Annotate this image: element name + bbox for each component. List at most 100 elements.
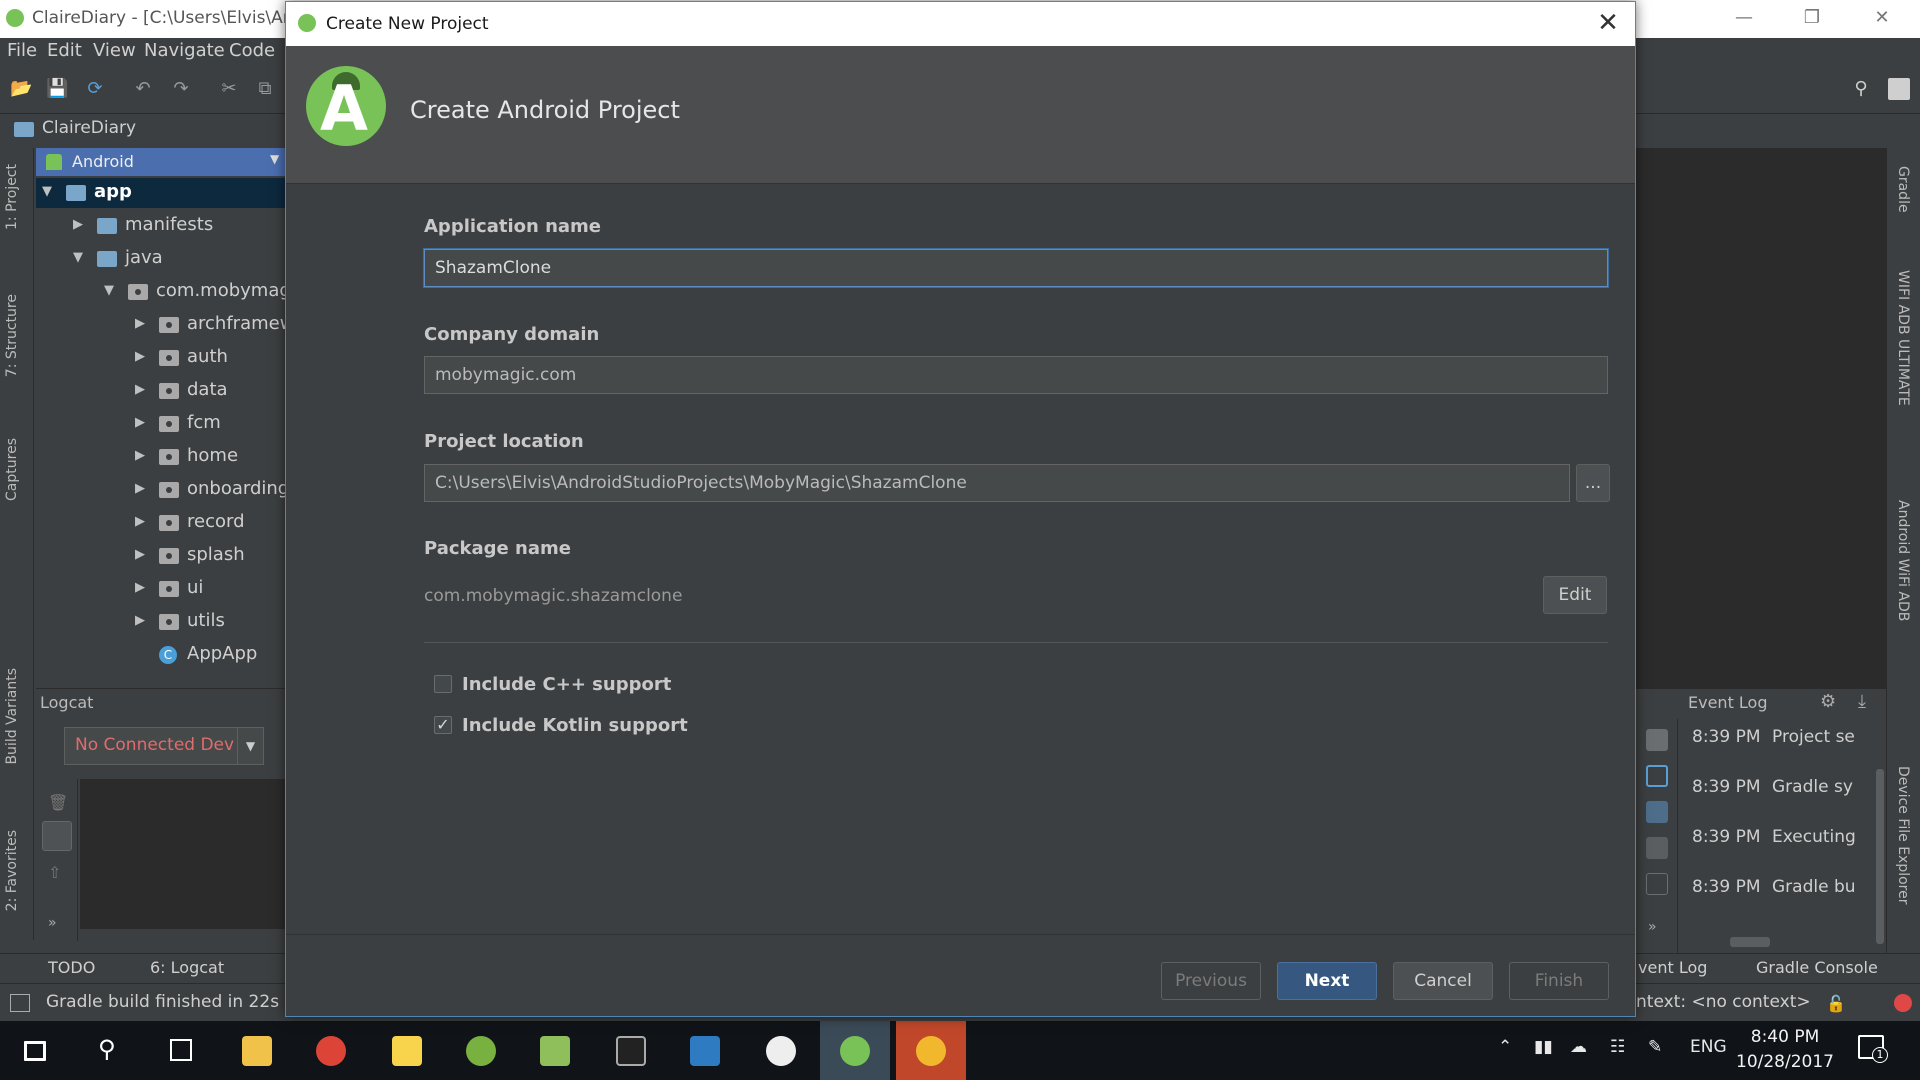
tab-favorites[interactable]: 2: Favorites (4, 830, 20, 911)
tree-item[interactable]: ▼ app (36, 178, 288, 208)
tree-item[interactable]: C AppApp (36, 640, 288, 670)
filter-icon[interactable] (1646, 801, 1668, 823)
sync-icon[interactable]: ⟳ (84, 78, 106, 100)
taskbar-app-active[interactable] (896, 1021, 966, 1080)
action-center-icon[interactable]: 1 (1858, 1035, 1888, 1063)
include-cpp-label[interactable]: Include C++ support (462, 674, 671, 695)
tab-gradle-console[interactable]: Gradle Console (1756, 958, 1878, 977)
search-button[interactable]: ⚲ (74, 1021, 144, 1080)
tree-item[interactable]: ▶ splash (36, 541, 288, 571)
tree-item[interactable]: ▶ home (36, 442, 288, 472)
tab-event-log[interactable]: vent Log (1638, 958, 1707, 977)
status-context[interactable]: ntext: <no context> (1636, 992, 1811, 1012)
menu-view[interactable]: View (93, 40, 136, 61)
taskbar-app[interactable] (446, 1021, 516, 1080)
tree-item[interactable]: ▶ ui (36, 574, 288, 604)
undo-icon[interactable]: ↶ (132, 78, 154, 100)
soft-wrap-icon[interactable] (1646, 837, 1668, 859)
gear-icon[interactable]: ⚙ (1820, 691, 1836, 712)
redo-icon[interactable]: ↷ (170, 78, 192, 100)
include-kotlin-checkbox[interactable]: ✓ (434, 716, 452, 734)
next-button[interactable]: Next (1277, 962, 1377, 1000)
soft-wrap-icon[interactable] (42, 821, 72, 851)
previous-button[interactable]: Previous (1161, 962, 1261, 1000)
tree-item[interactable]: ▶ utils (36, 607, 288, 637)
menu-navigate[interactable]: Navigate (144, 40, 225, 61)
company-domain-input[interactable] (424, 356, 1608, 394)
chat-bubble-icon[interactable] (1646, 765, 1668, 787)
tree-item[interactable]: ▶ auth (36, 343, 288, 373)
tree-item[interactable]: ▶ manifests (36, 211, 288, 241)
tree-item[interactable]: ▼ com.mobymagi (36, 277, 296, 307)
tab-wifi-adb-ultimate[interactable]: WIFI ADB ULTIMATE (1895, 270, 1911, 406)
collapse-arrow-icon[interactable]: ▼ (73, 250, 87, 265)
expand-icon[interactable]: » (48, 915, 57, 931)
device-selector[interactable]: No Connected Dev ▼ (64, 727, 264, 765)
copy-icon[interactable]: ⧉ (254, 78, 276, 100)
expand-arrow-icon[interactable]: ▶ (135, 481, 149, 496)
tree-item[interactable]: ▼ java (36, 244, 288, 274)
menu-code[interactable]: Code (229, 40, 275, 61)
status-message[interactable]: Gradle build finished in 22s 33 (46, 992, 306, 1012)
onedrive-icon[interactable]: ☁ (1570, 1037, 1587, 1057)
collapse-arrow-icon[interactable]: ▼ (104, 283, 118, 298)
window-close-icon[interactable]: ✕ (1868, 4, 1896, 32)
open-folder-icon[interactable]: 📂 (10, 78, 32, 100)
tab-build-variants[interactable]: Build Variants (4, 668, 20, 765)
taskbar-app[interactable] (746, 1021, 816, 1080)
chevron-up-icon[interactable]: ⌃ (1498, 1037, 1512, 1057)
include-cpp-checkbox[interactable] (434, 675, 452, 693)
trash-icon[interactable]: 🗑 (48, 793, 68, 812)
tree-item[interactable]: ▶ archframew (36, 310, 294, 340)
menu-file[interactable]: File (7, 40, 37, 61)
taskbar-app[interactable] (222, 1021, 292, 1080)
expand-icon[interactable]: » (1648, 919, 1657, 935)
expand-arrow-icon[interactable]: ▶ (135, 316, 149, 331)
save-icon[interactable]: 💾 (46, 78, 68, 100)
tab-logcat[interactable]: 6: Logcat (150, 958, 224, 977)
vertical-scrollbar[interactable] (1876, 769, 1884, 944)
horizontal-scrollbar[interactable] (1730, 937, 1770, 947)
tab-device-file-explorer[interactable]: Device File Explorer (1895, 766, 1911, 905)
expand-arrow-icon[interactable]: ▶ (135, 514, 149, 529)
pen-icon[interactable]: ✎ (1648, 1037, 1662, 1057)
clock[interactable]: 8:40 PM 10/28/2017 (1730, 1025, 1840, 1075)
tab-project[interactable]: 1: Project (4, 164, 20, 230)
task-view-button[interactable] (146, 1021, 216, 1080)
taskbar-app[interactable] (596, 1021, 666, 1080)
minimize-icon[interactable]: — (1730, 4, 1758, 32)
app-name-input[interactable] (424, 249, 1608, 287)
expand-arrow-icon[interactable]: ▶ (73, 217, 87, 232)
restore-icon[interactable]: ❐ (1798, 4, 1826, 32)
taskbar-app[interactable] (372, 1021, 442, 1080)
language-indicator[interactable]: ENG (1690, 1037, 1727, 1057)
tab-gradle[interactable]: Gradle (1895, 166, 1911, 213)
breadcrumb-project[interactable]: ClaireDiary (42, 118, 136, 138)
collapse-arrow-icon[interactable]: ▼ (42, 184, 56, 199)
include-kotlin-label[interactable]: Include Kotlin support (462, 715, 688, 736)
project-view-selector[interactable]: Android ▼ (36, 148, 288, 176)
menu-edit[interactable]: Edit (47, 40, 82, 61)
download-icon[interactable]: ⤓ (1858, 691, 1866, 712)
expand-arrow-icon[interactable]: ▶ (135, 349, 149, 364)
tree-item[interactable]: ▶ fcm (36, 409, 288, 439)
expand-arrow-icon[interactable]: ▶ (135, 580, 149, 595)
finish-button[interactable]: Finish (1509, 962, 1609, 1000)
tree-item[interactable]: ▶ onboarding (36, 475, 289, 505)
logcat-output[interactable] (80, 779, 288, 929)
expand-arrow-icon[interactable]: ▶ (135, 448, 149, 463)
close-icon[interactable]: ✕ (1592, 8, 1624, 40)
taskbar-app-active[interactable] (820, 1021, 890, 1080)
tool-window-toggle-icon[interactable] (10, 994, 30, 1012)
wrench-icon[interactable] (1646, 729, 1668, 751)
lock-icon[interactable]: 🔓 (1826, 994, 1846, 1013)
tree-item[interactable]: ▶ data (36, 376, 288, 406)
start-button[interactable] (0, 1021, 70, 1080)
mark-read-icon[interactable] (1646, 873, 1668, 895)
edit-package-button[interactable]: Edit (1543, 576, 1607, 614)
error-icon[interactable] (1894, 994, 1912, 1012)
account-icon[interactable] (1888, 78, 1910, 100)
expand-arrow-icon[interactable]: ▶ (135, 415, 149, 430)
wifi-icon[interactable]: ☷ (1610, 1037, 1625, 1057)
taskbar-app[interactable] (296, 1021, 366, 1080)
